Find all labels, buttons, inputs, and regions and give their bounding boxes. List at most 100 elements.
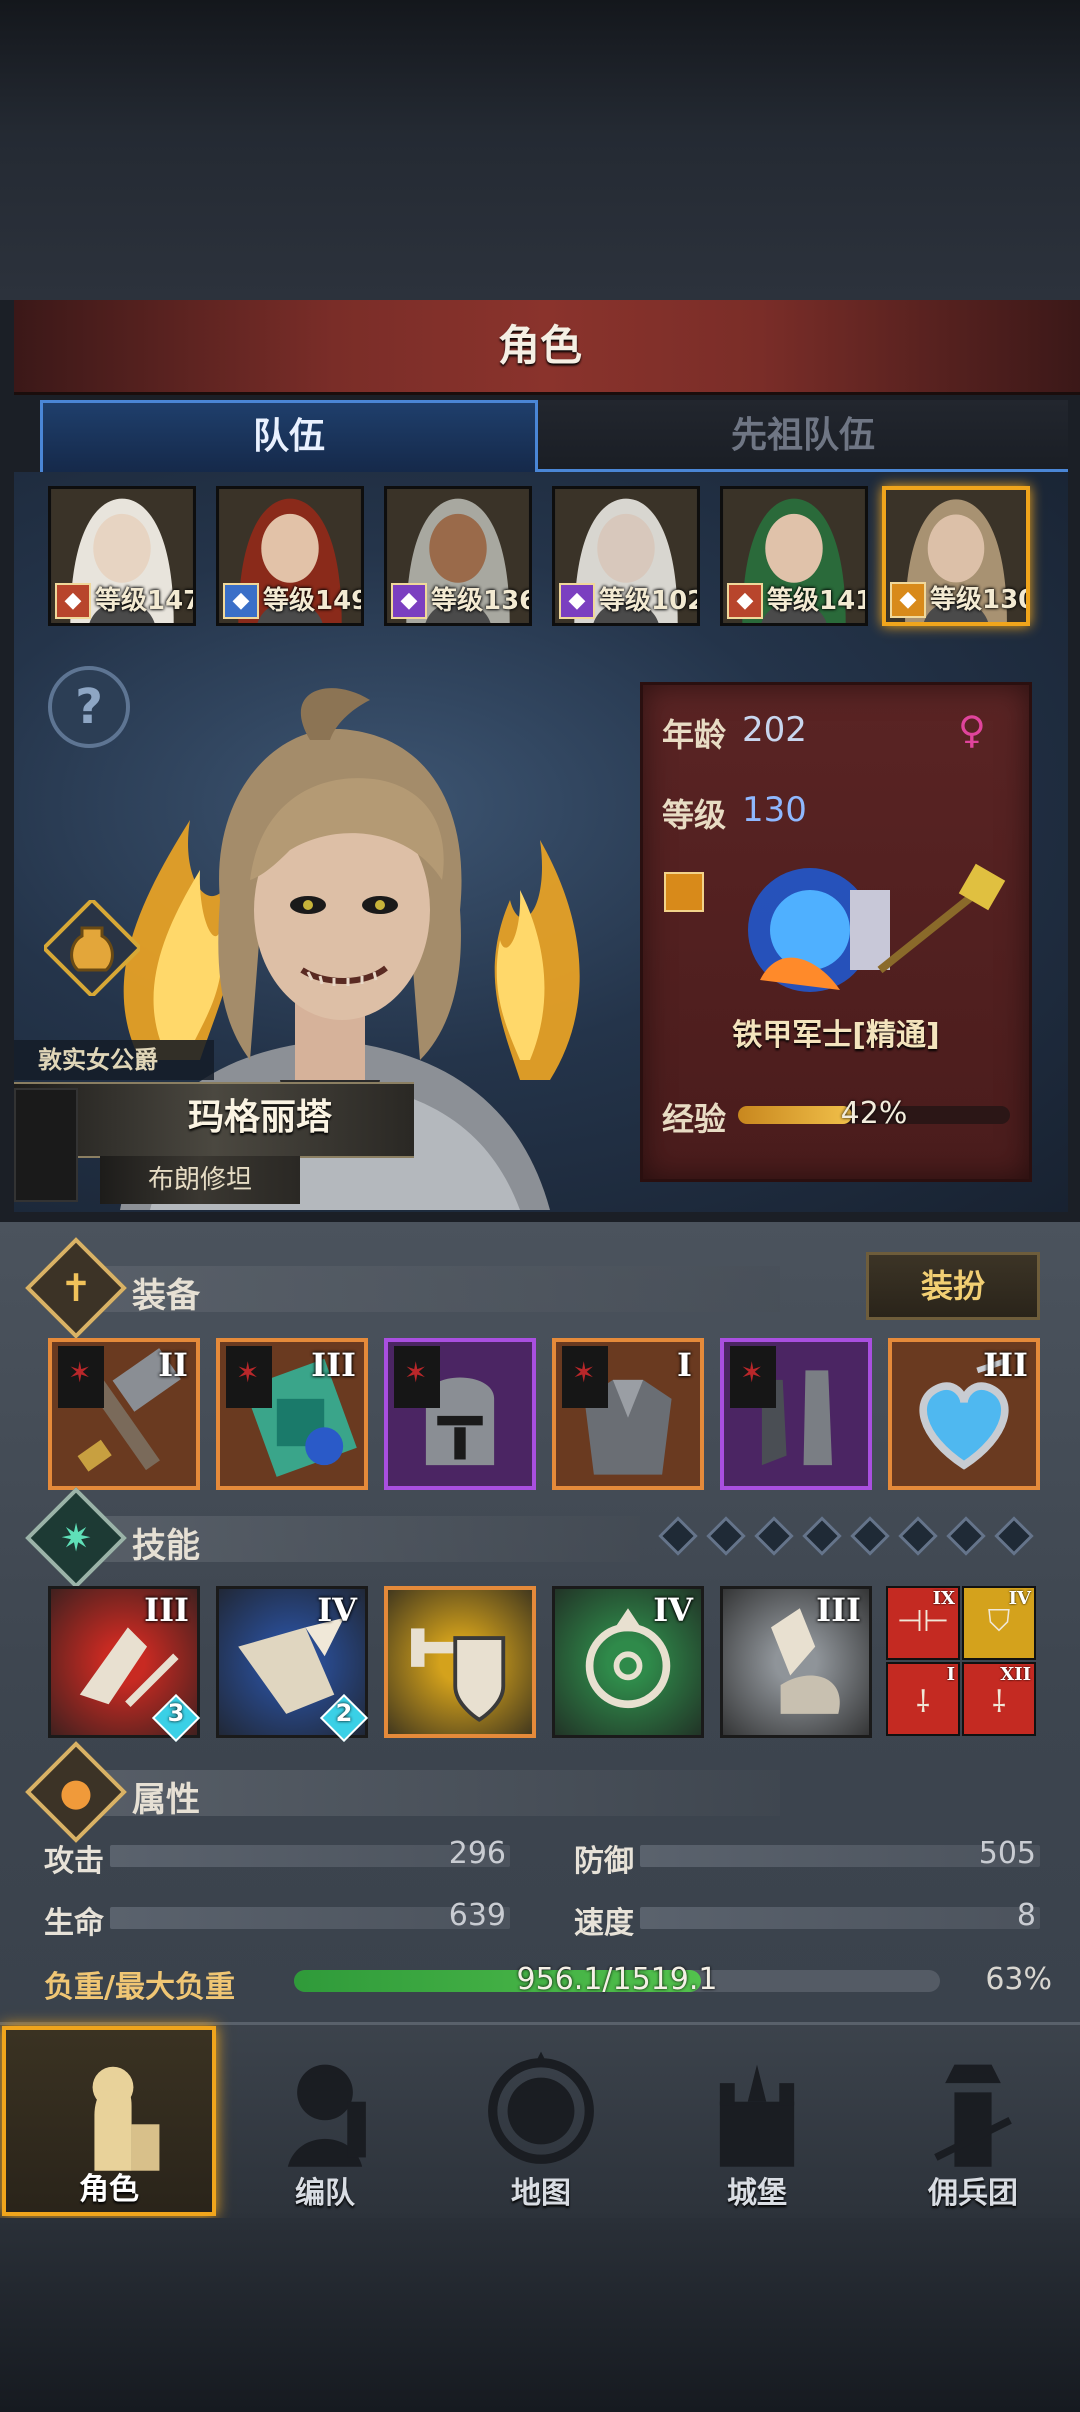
nav-castle[interactable]: 城堡 <box>650 2026 864 2216</box>
potion-icon[interactable] <box>44 900 140 996</box>
equipment-slot-hammer[interactable]: II <box>48 1338 200 1490</box>
equipped-flag-icon <box>394 1346 440 1408</box>
equipped-flag-icon <box>58 1346 104 1408</box>
speed-value: 8 <box>1016 1898 1036 1933</box>
skill-charges: 2 <box>335 1699 353 1727</box>
passive-shield[interactable]: ⛉ IV <box>962 1586 1036 1660</box>
defense-value: 505 <box>978 1836 1036 1871</box>
party-level: 等级149 <box>263 586 364 616</box>
item-tier: I <box>677 1346 692 1384</box>
staff-icon: ◆ <box>391 583 427 619</box>
mercenary-icon <box>934 2064 1012 2167</box>
tab-team[interactable]: 队伍 <box>40 400 538 472</box>
female-icon: ♀ <box>958 708 986 752</box>
party-level: 等级130 <box>930 585 1030 615</box>
nav-label: 佣兵团 <box>928 2176 1018 2211</box>
passive-tier: IX <box>932 1588 955 1609</box>
equipped-flag-icon <box>730 1346 776 1408</box>
nav-compass-map[interactable]: 地图 <box>434 2026 648 2216</box>
party-member-4[interactable]: ◆ 等级102 <box>552 486 700 626</box>
dress-up-button[interactable]: 装扮 <box>866 1252 1040 1320</box>
attack-label: 攻击 <box>44 1844 104 1879</box>
dagger-icon: ⸸ <box>915 1685 931 1720</box>
equipment-slot-greaves[interactable] <box>720 1338 872 1490</box>
class-shield-icon <box>664 872 704 912</box>
skill-slam[interactable]: IV 2 <box>216 1586 369 1743</box>
party-level: 等级147 <box>95 586 196 616</box>
skill-fortify[interactable] <box>384 1586 536 1738</box>
party-member-5[interactable]: ◆ 等级141 <box>720 486 868 626</box>
exp-percent: 42% <box>840 1096 908 1131</box>
dagger-2-icon: ⸸ <box>991 1685 1007 1720</box>
equipped-flag-icon <box>226 1346 272 1408</box>
skill-crystal-grip[interactable]: III <box>720 1586 872 1738</box>
nav-label: 城堡 <box>727 2176 787 2211</box>
person-icon: ● <box>59 1770 93 1814</box>
nav-label: 地图 <box>511 2176 571 2211</box>
attributes-title: 属性 <box>132 1780 200 1820</box>
passive-dagger-2[interactable]: ⸸ XII <box>962 1662 1036 1736</box>
passive-dagger[interactable]: ⸸ I <box>886 1662 960 1736</box>
equipment-slot-armor[interactable]: I <box>552 1338 704 1490</box>
passive-skill-grid[interactable]: ⊣⊢ IX ⛉ IV ⸸ I ⸸ XII <box>886 1586 1038 1738</box>
castle-icon <box>719 2064 795 2167</box>
party-member-6[interactable]: ◆ 等级130 <box>882 486 1030 626</box>
shield-icon: ⛉ <box>987 1604 1011 1639</box>
equipment-slot-heart-amulet[interactable]: III <box>888 1338 1040 1490</box>
hp-label: 生命 <box>44 1906 104 1941</box>
hero-title: 敦实女公爵 <box>14 1040 214 1080</box>
skill-tier: IV <box>653 1591 693 1629</box>
fortify-icon <box>411 1628 506 1722</box>
party-member-2[interactable]: ◆ 等级149 <box>216 486 364 626</box>
level-value: 130 <box>742 790 807 830</box>
staff-icon: ◆ <box>559 583 595 619</box>
passive-tier: XII <box>1000 1664 1031 1685</box>
tab-ancestor-team[interactable]: 先祖队伍 <box>538 400 1068 472</box>
skills-title: 技能 <box>132 1526 200 1566</box>
passive-dumbbell[interactable]: ⊣⊢ IX <box>886 1586 960 1660</box>
speed-label: 速度 <box>574 1906 634 1941</box>
skill-charges: 3 <box>167 1699 185 1727</box>
job-emblem-icon <box>748 863 1006 992</box>
nav-label: 角色 <box>79 2172 139 2207</box>
job-name: 铁甲军士[精通] <box>732 1018 940 1053</box>
hero-name[interactable]: 玛格丽塔 <box>120 1082 400 1154</box>
page-title: 角色 <box>497 321 582 370</box>
horse-icon: ◆ <box>727 583 763 619</box>
formation-icon <box>287 2064 366 2167</box>
equipped-flag-icon <box>562 1346 608 1408</box>
party-level: 等级136 <box>431 586 532 616</box>
passive-tier: IV <box>1008 1588 1031 1609</box>
compass-map-icon <box>488 2051 594 2164</box>
horse-icon: ◆ <box>55 583 91 619</box>
equipment-slot-helmet[interactable] <box>384 1338 536 1490</box>
cross-icon: ✝ <box>60 1266 92 1310</box>
party-level: 等级102 <box>599 586 700 616</box>
nav-mercenary[interactable]: 佣兵团 <box>866 2026 1080 2216</box>
attack-value: 296 <box>448 1836 506 1871</box>
equipment-slot-tome[interactable]: III <box>216 1338 368 1490</box>
item-tier: III <box>983 1346 1028 1384</box>
knight-icon <box>92 2066 160 2171</box>
equipment-title: 装备 <box>132 1276 200 1316</box>
item-tier: III <box>311 1346 356 1384</box>
exp-label: 经验 <box>662 1100 727 1138</box>
star-burst-icon: ✷ <box>60 1516 92 1560</box>
party-member-1[interactable]: ◆ 等级147 <box>48 486 196 626</box>
load-label: 负重/最大负重 <box>44 1970 235 2005</box>
load-percent: 63% <box>985 1962 1052 1997</box>
status-area <box>0 0 1080 300</box>
skill-tier: IV <box>317 1591 357 1629</box>
skill-tier: III <box>816 1591 861 1629</box>
level-label: 等级 <box>662 796 727 834</box>
nav-knight[interactable]: 角色 <box>2 2026 216 2216</box>
load-value: 956.1/1519.1 <box>516 1962 718 1997</box>
nav-label: 编队 <box>295 2176 355 2211</box>
skill-target-lock[interactable]: IV <box>552 1586 704 1738</box>
dumbbell-icon: ⊣⊢ <box>896 1604 950 1639</box>
skill-shatter-strike[interactable]: III 3 <box>48 1586 201 1743</box>
nav-formation[interactable]: 编队 <box>218 2026 432 2216</box>
party-member-3[interactable]: ◆ 等级136 <box>384 486 532 626</box>
defense-label: 防御 <box>574 1844 634 1879</box>
party-level: 等级141 <box>767 586 868 616</box>
